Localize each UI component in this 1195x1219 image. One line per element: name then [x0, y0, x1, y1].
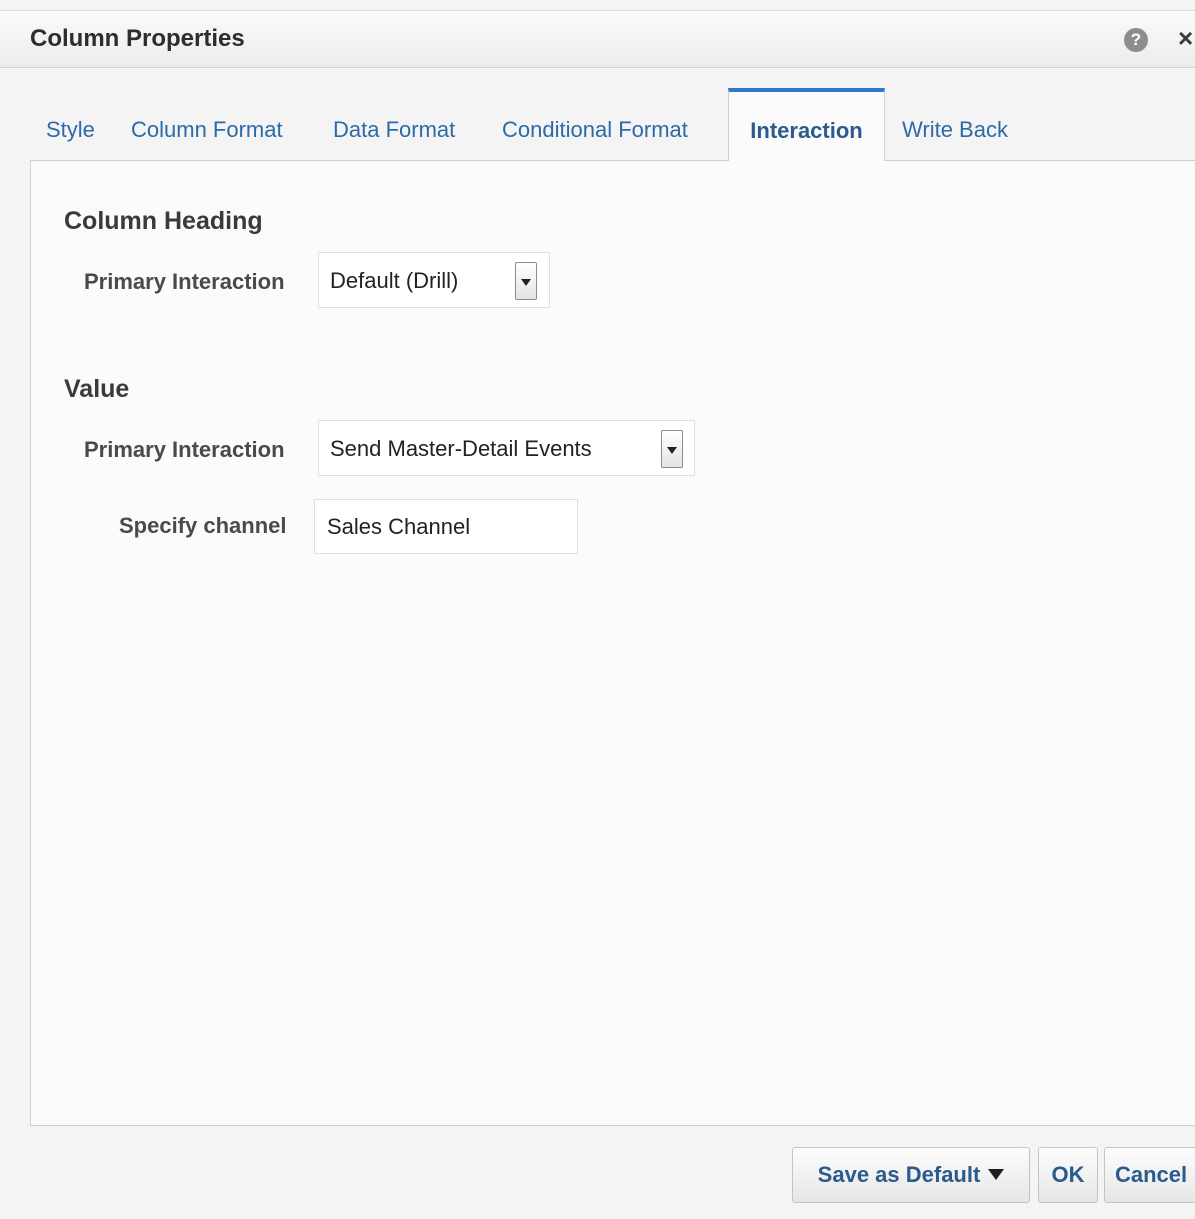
save-as-default-button[interactable]: Save as Default [792, 1147, 1030, 1203]
cancel-button[interactable]: Cancel [1104, 1147, 1195, 1203]
caret-down-icon [988, 1168, 1005, 1180]
dialog-title: Column Properties [30, 25, 245, 52]
value-primary-interaction-select[interactable]: Send Master-Detail Events [318, 420, 695, 476]
value-section-title: Value [64, 375, 130, 403]
column-heading-primary-interaction-value: Default (Drill) [330, 268, 459, 293]
value-primary-interaction-label: Primary Interaction [84, 437, 285, 462]
dropdown-arrow-icon[interactable] [515, 262, 537, 300]
close-icon[interactable]: × [1178, 23, 1193, 53]
value-primary-interaction-value: Send Master-Detail Events [330, 436, 592, 461]
save-as-default-label: Save as Default [817, 1162, 981, 1187]
dialog-titlebar: Column Properties ? × [0, 10, 1195, 68]
interaction-panel: Column Heading Primary Interaction Defau… [30, 160, 1195, 1126]
tab-column-format[interactable]: Column Format [131, 88, 283, 160]
ok-button[interactable]: OK [1038, 1147, 1098, 1203]
dropdown-arrow-icon[interactable] [661, 430, 683, 468]
help-icon[interactable]: ? [1124, 28, 1148, 52]
column-heading-section-title: Column Heading [64, 207, 263, 235]
column-properties-dialog: Column Properties ? × Style Column Forma… [0, 0, 1195, 1219]
tab-data-format[interactable]: Data Format [333, 88, 455, 160]
tab-conditional-format[interactable]: Conditional Format [502, 88, 688, 160]
specify-channel-input[interactable] [314, 499, 578, 554]
tab-write-back[interactable]: Write Back [902, 88, 1008, 160]
column-heading-primary-interaction-select[interactable]: Default (Drill) [318, 252, 550, 308]
specify-channel-label: Specify channel [119, 513, 287, 538]
tab-bar: Style Column Format Data Format Conditio… [30, 88, 1195, 161]
column-heading-primary-interaction-label: Primary Interaction [84, 269, 285, 294]
tab-interaction[interactable]: Interaction [728, 88, 885, 161]
tab-style[interactable]: Style [46, 88, 95, 160]
